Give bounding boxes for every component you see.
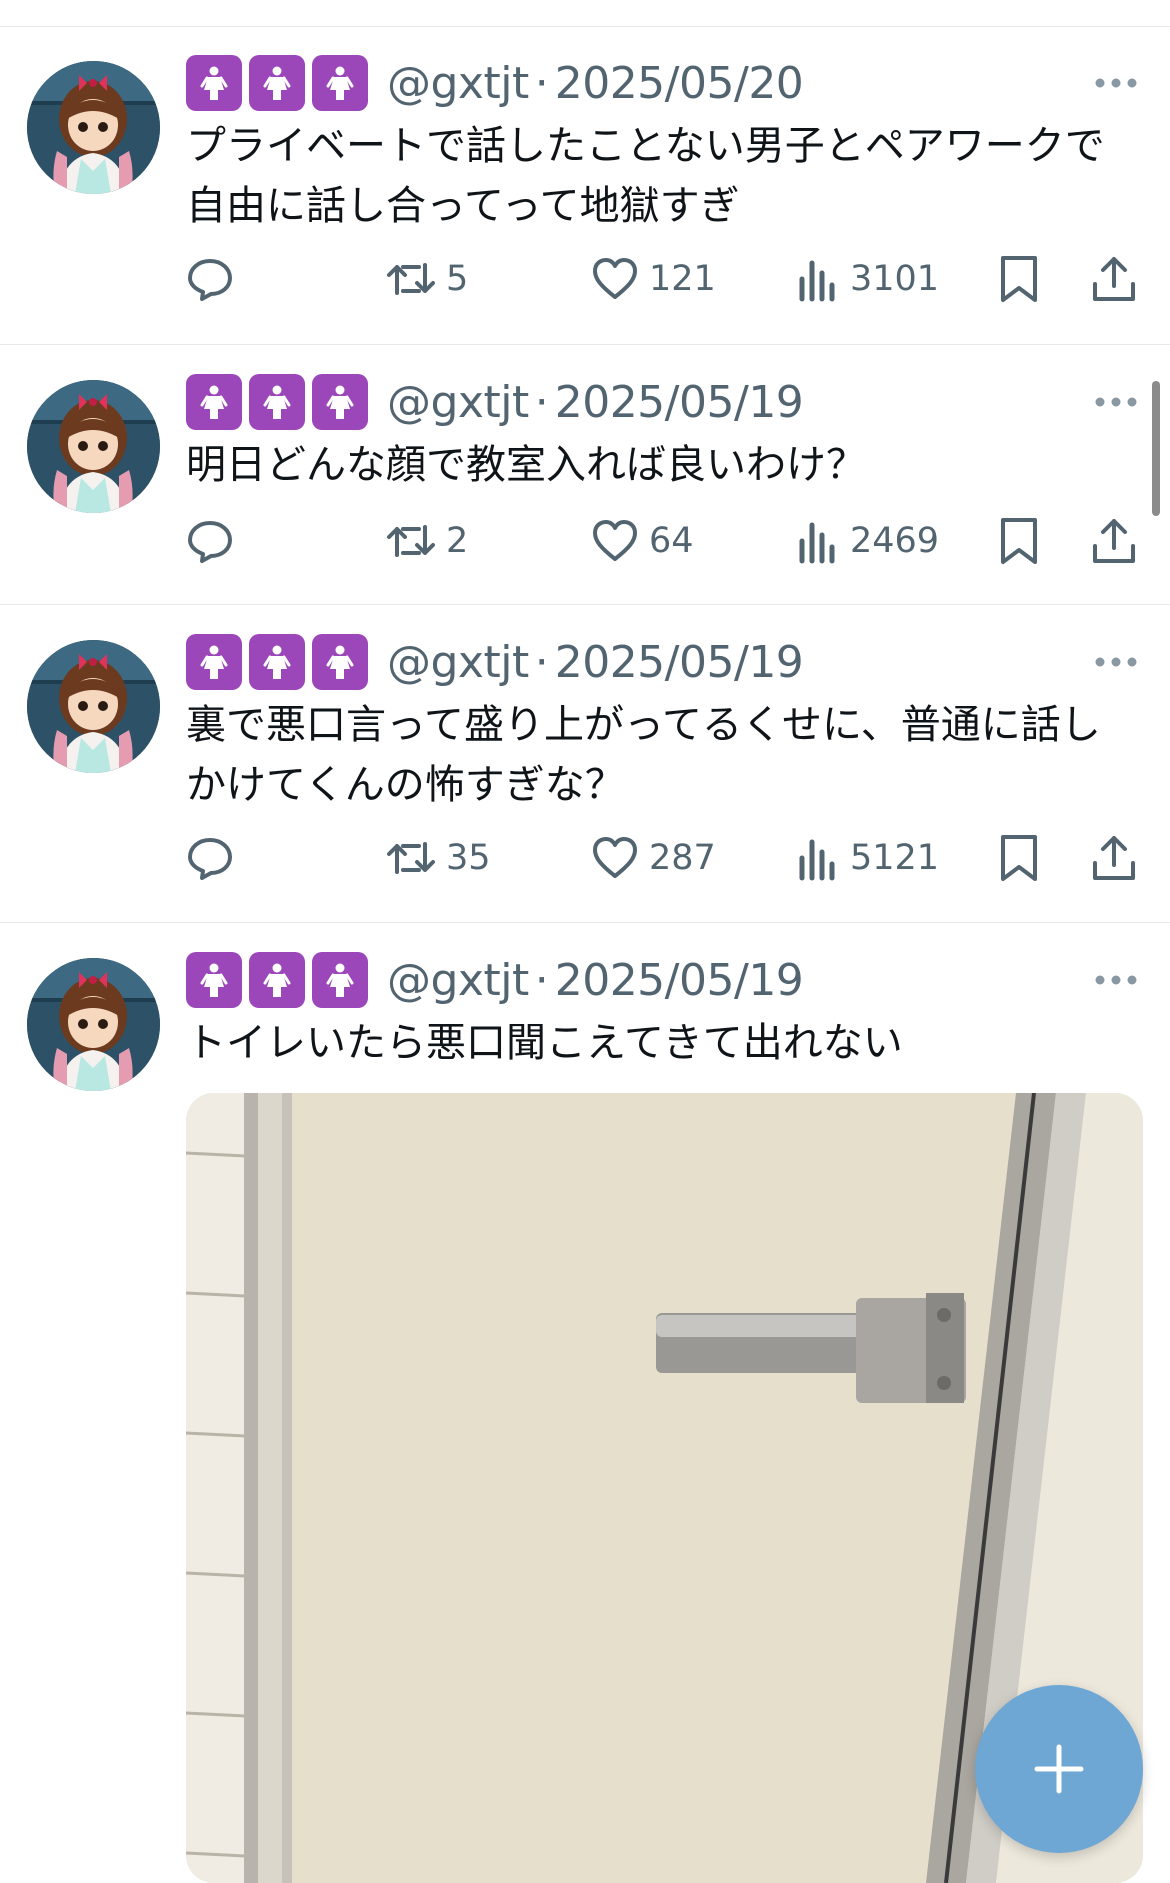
- retweet-count: 35: [446, 838, 491, 878]
- tweet[interactable]: @gxtjt · 2025/05/19 明日どんな顔で教室入れば良いわけ？ 2 …: [0, 345, 1170, 605]
- reply-button[interactable]: [186, 511, 234, 571]
- view-count: 2469: [850, 521, 940, 561]
- scrollbar[interactable]: [1152, 381, 1160, 516]
- woman-emoji-icon: [186, 952, 242, 1008]
- woman-emoji-icon: [249, 634, 305, 690]
- woman-emoji-icon: [312, 952, 368, 1008]
- more-dots-icon[interactable]: [1094, 387, 1138, 417]
- woman-emoji-icon: [312, 55, 368, 111]
- retweet-count: 5: [446, 259, 469, 299]
- share-icon: [1093, 257, 1135, 301]
- compose-button[interactable]: [975, 1685, 1143, 1853]
- tweet-text: 明日どんな顔で教室入れば良いわけ？: [186, 442, 866, 488]
- retweet-icon: [387, 263, 435, 295]
- woman-emoji-icon: [249, 55, 305, 111]
- views-button[interactable]: 3101: [796, 249, 939, 309]
- like-button[interactable]: 121: [591, 249, 716, 309]
- more-dots-icon[interactable]: [1094, 68, 1138, 98]
- bookmark-button[interactable]: [998, 828, 1040, 888]
- reply-icon: [188, 259, 232, 301]
- tweet-header: @gxtjt · 2025/05/19: [186, 949, 804, 1011]
- share-button[interactable]: [1091, 249, 1137, 309]
- retweet-button[interactable]: 5: [386, 249, 468, 309]
- retweet-button[interactable]: 2: [386, 511, 468, 571]
- tweet-actions: 5 121 3101: [186, 249, 1146, 309]
- views-button[interactable]: 2469: [796, 511, 939, 571]
- tweet-text: プライベートで話したことない男子とペアワークで自由に話し合ってって地獄すぎ: [186, 123, 1105, 229]
- user-handle[interactable]: @gxtjt: [387, 377, 529, 428]
- bookmark-icon: [1001, 518, 1037, 564]
- share-button[interactable]: [1091, 511, 1137, 571]
- woman-emoji-icon: [186, 634, 242, 690]
- bookmark-icon: [1001, 256, 1037, 302]
- heart-icon: [593, 837, 637, 878]
- separator-dot: ·: [534, 376, 549, 428]
- avatar[interactable]: [27, 61, 160, 194]
- tweet-date[interactable]: 2025/05/19: [555, 637, 804, 688]
- more-dots-icon[interactable]: [1094, 965, 1138, 995]
- view-count: 5121: [850, 838, 940, 878]
- tweet[interactable]: @gxtjt · 2025/05/20 プライベートで話したことない男子とペアワ…: [0, 26, 1170, 345]
- views-bar-icon: [799, 522, 835, 564]
- share-button[interactable]: [1091, 828, 1137, 888]
- reply-icon: [188, 838, 232, 880]
- tweet-date[interactable]: 2025/05/19: [555, 955, 804, 1006]
- reply-button[interactable]: [186, 249, 234, 309]
- like-button[interactable]: 287: [591, 828, 716, 888]
- user-handle[interactable]: @gxtjt: [387, 58, 529, 109]
- user-handle[interactable]: @gxtjt: [387, 955, 529, 1006]
- heart-icon: [593, 520, 637, 561]
- bookmark-button[interactable]: [998, 511, 1040, 571]
- avatar[interactable]: [27, 958, 160, 1091]
- separator-dot: ·: [534, 57, 549, 109]
- retweet-button[interactable]: 35: [386, 828, 491, 888]
- views-bar-icon: [799, 839, 835, 881]
- like-count: 287: [649, 838, 716, 878]
- like-button[interactable]: 64: [591, 511, 694, 571]
- tweet-date[interactable]: 2025/05/20: [555, 58, 804, 109]
- woman-emoji-icon: [312, 634, 368, 690]
- heart-icon: [593, 258, 637, 299]
- reply-icon: [188, 521, 232, 563]
- views-bar-icon: [799, 260, 835, 302]
- like-count: 121: [649, 259, 716, 299]
- reply-button[interactable]: [186, 828, 234, 888]
- tweet-date[interactable]: 2025/05/19: [555, 377, 804, 428]
- view-count: 3101: [850, 259, 940, 299]
- tweet-header: @gxtjt · 2025/05/19: [186, 631, 804, 693]
- woman-emoji-icon: [312, 374, 368, 430]
- plus-icon: [1034, 1744, 1084, 1794]
- user-handle[interactable]: @gxtjt: [387, 637, 529, 688]
- retweet-icon: [387, 525, 435, 557]
- retweet-icon: [387, 842, 435, 874]
- top-divider: [0, 0, 1170, 27]
- woman-emoji-icon: [249, 952, 305, 1008]
- views-button[interactable]: 5121: [796, 828, 939, 888]
- tweet[interactable]: @gxtjt · 2025/05/19 裏で悪口言って盛り上がってるくせに、普通…: [0, 605, 1170, 923]
- more-dots-icon[interactable]: [1094, 647, 1138, 677]
- bookmark-button[interactable]: [998, 249, 1040, 309]
- separator-dot: ·: [534, 636, 549, 688]
- tweet-actions: 35 287 5121: [186, 828, 1146, 888]
- woman-emoji-icon: [186, 374, 242, 430]
- tweet-actions: 2 64 2469: [186, 511, 1146, 571]
- tweet-text: トイレいたら悪口聞こえてきて出れない: [186, 1020, 903, 1066]
- tweet-header: @gxtjt · 2025/05/19: [186, 371, 804, 433]
- like-count: 64: [649, 521, 694, 561]
- share-icon: [1093, 836, 1135, 880]
- bookmark-icon: [1001, 835, 1037, 881]
- separator-dot: ·: [534, 954, 549, 1006]
- tweet-text: 裏で悪口言って盛り上がってるくせに、普通に話しかけてくんの怖すぎな？: [186, 702, 1101, 808]
- woman-emoji-icon: [186, 55, 242, 111]
- share-icon: [1093, 519, 1135, 563]
- woman-emoji-icon: [249, 374, 305, 430]
- retweet-count: 2: [446, 521, 469, 561]
- avatar[interactable]: [27, 380, 160, 513]
- avatar[interactable]: [27, 640, 160, 773]
- tweet-header: @gxtjt · 2025/05/20: [186, 52, 804, 114]
